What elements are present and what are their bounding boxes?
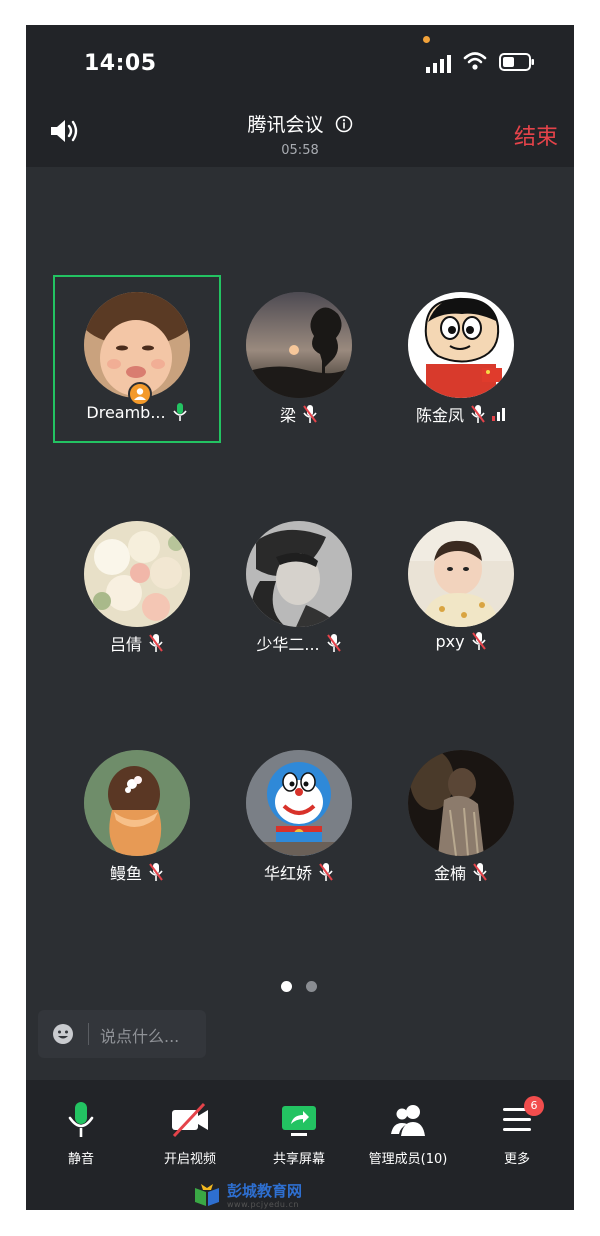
mic-muted-icon bbox=[303, 405, 317, 423]
participant-name: Dreamb... bbox=[86, 402, 166, 422]
participant-tile[interactable]: 梁 bbox=[215, 275, 383, 443]
mute-label: 静音 bbox=[67, 1152, 94, 1167]
avatar bbox=[246, 521, 352, 627]
end-meeting-button[interactable]: 结束 bbox=[514, 119, 558, 151]
avatar bbox=[408, 521, 514, 627]
share-screen-button[interactable]: 共享屏幕 bbox=[244, 1100, 354, 1167]
start-video-button[interactable]: 开启视频 bbox=[135, 1100, 245, 1167]
meeting-duration: 05:58 bbox=[281, 143, 319, 158]
mic-muted-icon bbox=[471, 405, 485, 423]
participant-tile[interactable]: 陈金凤 bbox=[377, 275, 545, 443]
avatar bbox=[84, 750, 190, 856]
participant-tile[interactable]: 鳗鱼 bbox=[53, 733, 221, 901]
avatar bbox=[246, 750, 352, 856]
participant-name: pxy bbox=[435, 631, 465, 651]
mic-muted-icon bbox=[471, 632, 486, 650]
mic-muted-icon bbox=[473, 863, 487, 881]
status-bar: 14:05 bbox=[26, 25, 574, 95]
mic-muted-icon bbox=[149, 634, 163, 652]
meeting-title: 腾讯会议 bbox=[247, 114, 324, 136]
avatar bbox=[408, 750, 514, 856]
share-label: 共享屏幕 bbox=[272, 1152, 325, 1167]
participant-name: 华红娇 bbox=[263, 864, 312, 883]
watermark-name: 彭城教育网 bbox=[227, 1182, 303, 1200]
info-icon[interactable] bbox=[335, 115, 353, 133]
camera-indicator-icon bbox=[423, 36, 430, 43]
participant-name-row: 华红娇 bbox=[215, 860, 383, 884]
mic-muted-icon bbox=[326, 634, 341, 652]
chat-input[interactable]: 说点什么... bbox=[38, 1010, 206, 1058]
mic-on-icon bbox=[172, 403, 187, 421]
participant-name-row: 鳗鱼 bbox=[53, 860, 221, 884]
microphone-icon bbox=[68, 1102, 94, 1137]
participant-name: 陈金凤 bbox=[415, 406, 464, 425]
participant-name: 梁 bbox=[279, 406, 296, 425]
meeting-header: 腾讯会议 05:58 结束 bbox=[26, 95, 574, 167]
meeting-title-area: 腾讯会议 bbox=[26, 110, 574, 137]
cellular-signal-icon bbox=[426, 55, 451, 73]
members-label: 管理成员(10) bbox=[368, 1152, 448, 1167]
members-icon bbox=[391, 1105, 425, 1136]
watermark-url: www.pcjyedu.cn bbox=[227, 1200, 299, 1209]
participant-tile[interactable]: 华红娇 bbox=[215, 733, 383, 901]
wifi-icon bbox=[463, 52, 487, 70]
share-screen-icon bbox=[282, 1106, 316, 1136]
participant-tile[interactable]: Dreamb... bbox=[53, 275, 221, 443]
video-off-icon bbox=[172, 1102, 208, 1138]
participant-name-row: 金楠 bbox=[377, 860, 545, 884]
avatar bbox=[408, 292, 514, 398]
participant-tile[interactable]: pxy bbox=[377, 504, 545, 672]
participant-name: 金楠 bbox=[433, 864, 466, 883]
manage-members-button[interactable]: 管理成员(10) bbox=[353, 1100, 463, 1167]
mute-button[interactable]: 静音 bbox=[26, 1100, 136, 1167]
participant-name-row: Dreamb... bbox=[53, 402, 221, 422]
battery-icon bbox=[499, 53, 534, 71]
watermark: 彭城教育网 www.pcjyedu.cn bbox=[193, 1180, 353, 1212]
page-indicator bbox=[281, 981, 317, 992]
chat-placeholder: 说点什么... bbox=[100, 1027, 180, 1046]
participant-name: 鳗鱼 bbox=[109, 864, 142, 883]
video-label: 开启视频 bbox=[163, 1152, 216, 1167]
participant-name-row: pxy bbox=[377, 631, 545, 651]
participant-name: 吕倩 bbox=[109, 635, 142, 654]
watermark-logo-icon bbox=[195, 1184, 219, 1206]
avatar bbox=[246, 292, 352, 398]
participant-name-row: 少华二... bbox=[215, 631, 383, 655]
emoji-icon[interactable] bbox=[52, 1023, 74, 1045]
mic-muted-icon bbox=[319, 863, 333, 881]
page-dot[interactable] bbox=[306, 981, 317, 992]
mic-muted-icon bbox=[149, 863, 163, 881]
more-button[interactable]: 6 更多 bbox=[462, 1096, 572, 1167]
meeting-screen: 14:05 腾讯会议 05:58 结束 Dreamb... 梁 陈金凤 吕倩 少… bbox=[26, 25, 574, 1210]
avatar bbox=[84, 521, 190, 627]
participant-tile[interactable]: 金楠 bbox=[377, 733, 545, 901]
participant-tile[interactable]: 少华二... bbox=[215, 504, 383, 672]
notification-badge: 6 bbox=[524, 1096, 544, 1116]
network-signal-icon bbox=[492, 408, 505, 421]
participant-name-row: 梁 bbox=[215, 402, 383, 426]
more-label: 更多 bbox=[503, 1152, 530, 1167]
status-time: 14:05 bbox=[84, 51, 157, 76]
participant-name-row: 陈金凤 bbox=[377, 402, 545, 426]
participant-name-row: 吕倩 bbox=[53, 631, 221, 655]
page-dot-active[interactable] bbox=[281, 981, 292, 992]
chat-divider bbox=[88, 1023, 89, 1045]
participant-tile[interactable]: 吕倩 bbox=[53, 504, 221, 672]
participant-name: 少华二... bbox=[256, 635, 320, 654]
